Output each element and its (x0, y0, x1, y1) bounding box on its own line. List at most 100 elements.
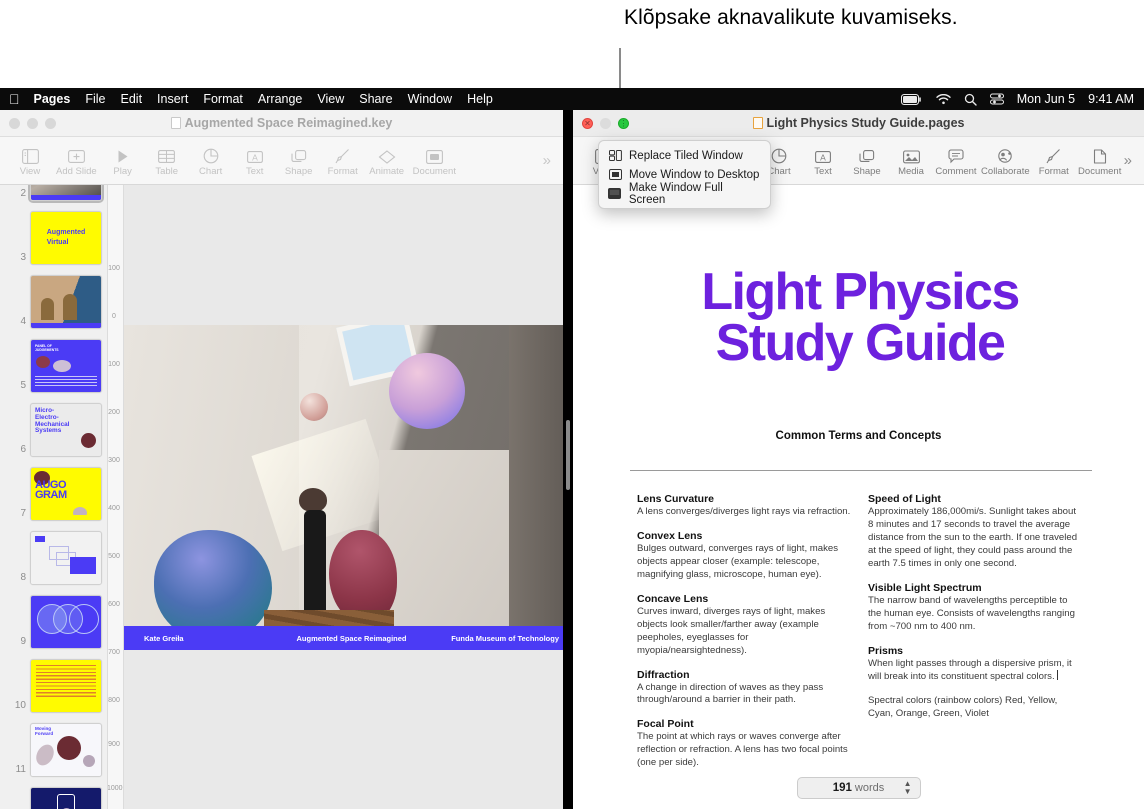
pages-maximize-button[interactable]: ⋮ (618, 117, 629, 129)
pages-close-button[interactable]: ✕ (582, 117, 593, 129)
word-count-stepper[interactable]: ▲ ▼ (904, 780, 912, 796)
slide-thumbnail[interactable] (30, 531, 102, 585)
chevron-double-right-icon[interactable]: » (1124, 152, 1136, 169)
slide-thumbnail[interactable]: AUGO GRAM (30, 467, 102, 521)
menu-item-make-window-full-screen[interactable]: Make Window Full Screen (599, 182, 770, 206)
keynote-window[interactable]: Augmented Space Reimagined.key View Add … (0, 110, 563, 809)
keynote-maximize-button[interactable] (45, 117, 56, 129)
keynote-minimize-button[interactable] (27, 117, 38, 129)
slide-thumbnail-row[interactable]: 12 (0, 787, 107, 809)
slide-thumbnail[interactable] (30, 595, 102, 649)
apple-menu-icon[interactable]:  (9, 92, 20, 106)
pages-tool-format[interactable]: Format (1032, 145, 1076, 177)
slide-thumbnail-row[interactable]: 9 (0, 595, 107, 649)
pages-document-body[interactable]: Light Physics Study Guide Common Terms a… (573, 185, 1144, 809)
menu-bar[interactable]:  Pages File Edit Insert Format Arrange … (0, 88, 1144, 110)
slide-number: 5 (20, 380, 26, 391)
keynote-tool-format[interactable]: Format (321, 145, 365, 177)
keynote-close-button[interactable] (9, 117, 20, 129)
keynote-canvas[interactable]: Kate Greiła Augmented Space Reimagined F… (124, 185, 563, 809)
pages-tool-collaborate[interactable]: Collaborate (979, 145, 1032, 177)
slide-thumbnail[interactable]: Augmented Virtual (30, 211, 102, 265)
pages-tool-shape[interactable]: Shape (845, 145, 889, 177)
slide-thumbnail-row[interactable]: 2 (0, 185, 107, 201)
chevron-double-right-icon[interactable]: » (543, 152, 555, 169)
pages-tool-text[interactable]: A Text (801, 145, 845, 177)
keynote-tool-table[interactable]: Table (145, 145, 189, 177)
slide-thumbnail[interactable]: Moving Forward (30, 723, 102, 777)
term-entry: Lens Curvature A lens converges/diverges… (637, 493, 852, 519)
menu-item-arrange[interactable]: Arrange (258, 92, 302, 106)
menu-item-share[interactable]: Share (359, 92, 392, 106)
slide-thumbnail[interactable] (30, 659, 102, 713)
pages-tool-media-label: Media (898, 165, 924, 177)
menu-item-view[interactable]: View (317, 92, 344, 106)
slide-thumbnail-row[interactable]: 11 Moving Forward (0, 723, 107, 777)
menu-bar-date[interactable]: Mon Jun 5 (1017, 92, 1075, 106)
slide-thumbnail-row[interactable]: 4 (0, 275, 107, 329)
menu-item-insert[interactable]: Insert (157, 92, 188, 106)
pages-tool-comment[interactable]: Comment (933, 145, 979, 177)
text-box-icon: A (815, 145, 831, 164)
keynote-tool-chart[interactable]: Chart (189, 145, 233, 177)
keynote-tool-animate[interactable]: Animate (365, 145, 409, 177)
control-center-icon[interactable] (989, 93, 1004, 105)
slide-thumbnail[interactable]: Micro- Electro- Mechanical Systems (30, 403, 102, 457)
paintbrush-icon (335, 145, 351, 164)
term-definition: The point at which rays or waves converg… (637, 731, 848, 769)
pages-tool-document[interactable]: Document (1076, 145, 1124, 177)
document-icon (1093, 145, 1107, 164)
menu-item-edit[interactable]: Edit (121, 92, 143, 106)
pages-titlebar[interactable]: ✕ ⋮ Light Physics Study Guide.pages (573, 110, 1144, 137)
keynote-title: Augmented Space Reimagined.key (0, 116, 563, 130)
keynote-tool-add-slide-label: Add Slide (56, 165, 97, 177)
menu-bar-time[interactable]: 9:41 AM (1088, 92, 1134, 106)
keynote-tool-document[interactable]: Document (409, 145, 460, 177)
keynote-tool-shape[interactable]: Shape (277, 145, 321, 177)
window-options-menu[interactable]: Replace Tiled Window Move Window to Desk… (598, 140, 771, 209)
keynote-slide[interactable]: Kate Greiła Augmented Space Reimagined F… (124, 325, 563, 650)
slide-thumbnail-row[interactable]: 8 (0, 531, 107, 585)
pages-window[interactable]: ✕ ⋮ Light Physics Study Guide.pages View… (573, 110, 1144, 809)
document-subtitle: Common Terms and Concepts (775, 430, 942, 442)
document-heading: Light Physics Study Guide (635, 266, 1085, 369)
menu-item-replace-tiled-window[interactable]: Replace Tiled Window (599, 146, 770, 165)
slide-thumbnail-row[interactable]: 3 Augmented Virtual (0, 211, 107, 265)
keynote-tool-view[interactable]: View (8, 145, 52, 177)
pages-minimize-button[interactable] (600, 117, 611, 129)
menu-item-file[interactable]: File (85, 92, 105, 106)
slide-thumbnail[interactable]: PANEL OF JUDGEMENTS (30, 339, 102, 393)
battery-icon[interactable] (900, 93, 923, 105)
menu-item-help[interactable]: Help (467, 92, 493, 106)
slide-thumbnail-row[interactable]: 5 PANEL OF JUDGEMENTS (0, 339, 107, 393)
keynote-toolbar[interactable]: View Add Slide Play Table Chart A Text S… (0, 137, 563, 185)
search-icon[interactable] (964, 93, 977, 106)
menu-item-window[interactable]: Window (408, 92, 452, 106)
keynote-tool-play[interactable]: Play (101, 145, 145, 177)
keynote-tool-view-label: View (19, 165, 41, 177)
ruler-tick: 200 (108, 409, 120, 416)
keynote-window-controls[interactable] (0, 117, 56, 129)
document-left-column: Lens Curvature A lens converges/diverges… (637, 493, 852, 781)
menu-item-pages[interactable]: Pages (34, 92, 71, 106)
tile-divider-handle[interactable] (566, 420, 570, 490)
slide-number: 6 (20, 444, 26, 455)
keynote-titlebar[interactable]: Augmented Space Reimagined.key (0, 110, 563, 137)
word-count-badge[interactable]: 191 words ▲ ▼ (796, 777, 921, 799)
slide-thumbnail[interactable] (30, 275, 102, 329)
pages-window-controls[interactable]: ✕ ⋮ (573, 117, 629, 129)
slide-thumbnail[interactable] (30, 787, 102, 809)
pages-tool-media[interactable]: Media (889, 145, 933, 177)
menu-item-format[interactable]: Format (203, 92, 243, 106)
keynote-tool-text[interactable]: A Text (233, 145, 277, 177)
tile-divider[interactable] (563, 110, 573, 809)
slide-thumbnail-row[interactable]: 10 (0, 659, 107, 713)
term-title: Convex Lens (637, 529, 703, 542)
term-title: Speed of Light (868, 493, 941, 505)
slide-thumbnail-row[interactable]: 6 Micro- Electro- Mechanical Systems (0, 403, 107, 457)
keynote-tool-add-slide[interactable]: Add Slide (52, 145, 101, 177)
wifi-icon[interactable] (936, 93, 951, 105)
slide-thumbnail-row[interactable]: 7 AUGO GRAM (0, 467, 107, 521)
keynote-slide-navigator[interactable]: 2 3 Augmented Virtual 4 5 PANEL OF JUDGE… (0, 185, 108, 809)
slide-thumbnail[interactable] (30, 185, 102, 201)
